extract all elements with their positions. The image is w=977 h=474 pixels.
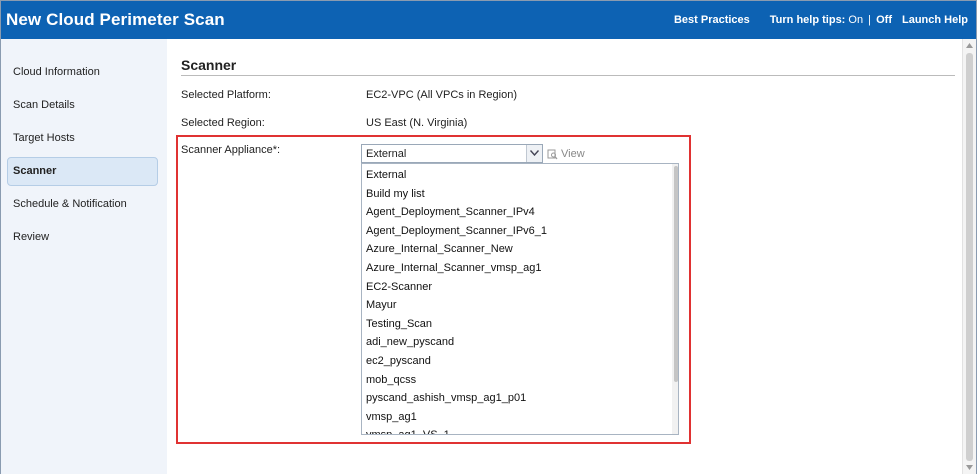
dropdown-option[interactable]: mob_qcss [366,371,416,389]
platform-value: EC2-VPC (All VPCs in Region) [366,89,517,101]
dropdown-option[interactable]: adi_new_pyscand [366,333,454,351]
sidebar-item-schedule-notification[interactable]: Schedule & Notification [7,190,158,219]
view-scanner-link[interactable]: View [547,148,585,160]
sidebar-item-cloud-information[interactable]: Cloud Information [7,58,158,87]
scroll-up-icon[interactable] [966,43,973,48]
dropdown-option[interactable]: External [366,166,406,184]
best-practices-link[interactable]: Best Practices [674,14,750,26]
dropdown-option[interactable]: Azure_Internal_Scanner_vmsp_ag1 [366,259,542,277]
window-scrollbar[interactable] [962,39,976,474]
dropdown-option[interactable]: Build my list [366,185,425,203]
dropdown-option[interactable]: Mayur [366,296,397,314]
dropdown-scrollbar[interactable] [672,164,678,434]
scanner-appliance-dropdown-list[interactable]: External Build my list Agent_Deployment_… [361,163,679,435]
help-tips-off[interactable]: Off [876,14,892,26]
dropdown-option[interactable]: ec2_pyscand [366,352,431,370]
window-scroll-thumb[interactable] [966,53,973,461]
wizard-header: New Cloud Perimeter Scan Best Practices … [1,1,976,39]
help-tips-separator: | [868,14,872,26]
region-value: US East (N. Virginia) [366,117,468,129]
view-label: View [561,148,585,160]
dropdown-option[interactable]: Agent_Deployment_Scanner_IPv6_1 [366,222,547,240]
help-tips-label: Turn help tips: [769,14,846,26]
scanner-appliance-select[interactable]: External [361,144,543,163]
sidebar-item-scan-details[interactable]: Scan Details [7,91,158,120]
dropdown-option[interactable]: Agent_Deployment_Scanner_IPv4 [366,203,535,221]
dropdown-option[interactable]: EC2-Scanner [366,278,432,296]
dropdown-option[interactable]: vmsp_ag1 [366,408,417,426]
chevron-down-icon[interactable] [526,145,542,162]
wizard-window: New Cloud Perimeter Scan Best Practices … [0,0,977,474]
section-divider [181,75,955,76]
section-title: Scanner [181,57,237,73]
scanner-appliance-label: Scanner Appliance*: [181,144,281,156]
dropdown-option[interactable]: Testing_Scan [366,315,432,333]
dropdown-option[interactable]: vmsp_ag1_VS_1 [366,426,450,434]
view-icon [547,149,558,159]
wizard-title: New Cloud Perimeter Scan [6,10,225,29]
dropdown-option[interactable]: Azure_Internal_Scanner_New [366,240,513,258]
wizard-sidebar: Cloud Information Scan Details Target Ho… [1,39,167,474]
scroll-down-icon[interactable] [966,465,973,470]
sidebar-item-target-hosts[interactable]: Target Hosts [7,124,158,153]
help-tips-toggle: Turn help tips: On | Off [770,14,892,26]
launch-help-link[interactable]: Launch Help [902,14,968,26]
platform-label: Selected Platform: [181,89,271,101]
help-tips-on[interactable]: On [848,14,863,26]
dropdown-scroll-thumb[interactable] [674,166,678,382]
region-label: Selected Region: [181,117,265,129]
sidebar-item-review[interactable]: Review [7,223,158,252]
wizard-content: Scanner Selected Platform: EC2-VPC (All … [167,39,963,474]
sidebar-item-scanner[interactable]: Scanner [7,157,158,186]
scanner-appliance-selected-value: External [366,148,407,160]
dropdown-option[interactable]: pyscand_ashish_vmsp_ag1_p01 [366,389,526,407]
header-links: Best Practices Turn help tips: On | Off … [674,14,968,26]
